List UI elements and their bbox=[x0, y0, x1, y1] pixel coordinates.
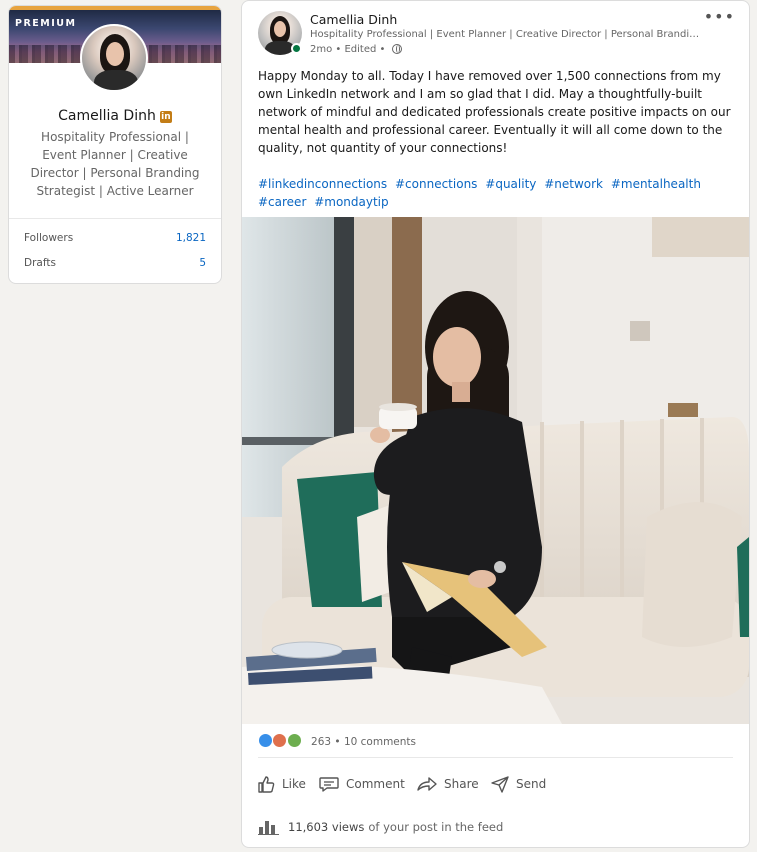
post-meta: 2mo • Edited • bbox=[310, 44, 402, 55]
globe-icon bbox=[391, 44, 402, 54]
stat-drafts[interactable]: Drafts 5 bbox=[24, 257, 206, 269]
post-card: Camellia Dinh Hospitality Professional |… bbox=[241, 0, 750, 848]
woman-with-tea-photo bbox=[242, 217, 749, 724]
post-text: Happy Monday to all. Today I have remove… bbox=[258, 69, 731, 155]
hashtag-list: #linkedinconnections #connections #quali… bbox=[258, 175, 736, 211]
stat-label: Drafts bbox=[24, 257, 56, 269]
profile-name[interactable]: Camellia Dinh bbox=[58, 108, 156, 124]
linkedin-premium-badge-icon: in bbox=[159, 111, 172, 123]
post-views[interactable]: 11,603 views of your post in the feed bbox=[258, 819, 503, 835]
send-button[interactable]: Send bbox=[490, 771, 546, 797]
author-name[interactable]: Camellia Dinh bbox=[310, 12, 397, 27]
send-paper-plane-icon bbox=[491, 776, 509, 793]
stat-value: 5 bbox=[199, 257, 206, 269]
profile-name-row[interactable]: Camellia Dinh in bbox=[9, 108, 221, 124]
hashtag[interactable]: #mentalhealth bbox=[611, 177, 701, 191]
profile-card: PREMIUM Camellia Dinh in Hospitality Prof… bbox=[8, 5, 222, 284]
share-label: Share bbox=[444, 777, 479, 791]
comment-count[interactable]: • 10 comments bbox=[334, 736, 416, 748]
hashtag[interactable]: #quality bbox=[485, 177, 536, 191]
premium-label: PREMIUM bbox=[15, 18, 77, 29]
hashtag[interactable]: #linkedinconnections bbox=[258, 177, 387, 191]
more-options-icon[interactable]: ••• bbox=[704, 7, 735, 26]
comment-label: Comment bbox=[346, 777, 405, 791]
reaction-count[interactable]: 263 bbox=[311, 736, 331, 748]
share-button[interactable]: Share bbox=[416, 771, 479, 797]
post-action-bar: Like Comment Share Send bbox=[256, 771, 736, 797]
hashtag[interactable]: #mondaytip bbox=[314, 195, 388, 209]
analytics-bar-icon bbox=[258, 821, 279, 835]
profile-headline: Hospitality Professional | Event Planner… bbox=[30, 130, 200, 198]
post-timestamp: 2mo • Edited • bbox=[310, 44, 386, 55]
online-status-icon bbox=[291, 43, 302, 54]
support-icon bbox=[286, 733, 302, 748]
divider bbox=[9, 218, 221, 219]
comment-icon bbox=[319, 777, 339, 792]
divider bbox=[258, 757, 733, 758]
hashtag[interactable]: #career bbox=[258, 195, 306, 209]
views-suffix: of your post in the feed bbox=[368, 820, 504, 834]
share-arrow-icon bbox=[417, 777, 437, 791]
thumbs-up-icon bbox=[258, 776, 275, 793]
like-icon bbox=[258, 733, 273, 748]
stat-value: 1,821 bbox=[175, 232, 206, 244]
reactions-summary[interactable]: 263 • 10 comments bbox=[258, 733, 416, 748]
like-button[interactable]: Like bbox=[256, 771, 306, 797]
post-image[interactable] bbox=[242, 217, 749, 724]
like-label: Like bbox=[282, 777, 306, 791]
hashtag[interactable]: #connections bbox=[395, 177, 477, 191]
views-count: 11,603 views bbox=[288, 820, 365, 834]
stat-followers[interactable]: Followers 1,821 bbox=[24, 232, 206, 244]
love-icon bbox=[272, 733, 288, 748]
author-headline: Hospitality Professional | Event Planner… bbox=[310, 29, 700, 40]
comment-button[interactable]: Comment bbox=[318, 771, 405, 797]
stat-label: Followers bbox=[24, 232, 74, 244]
send-label: Send bbox=[516, 777, 547, 791]
hashtag[interactable]: #network bbox=[544, 177, 603, 191]
profile-avatar[interactable] bbox=[80, 24, 148, 92]
